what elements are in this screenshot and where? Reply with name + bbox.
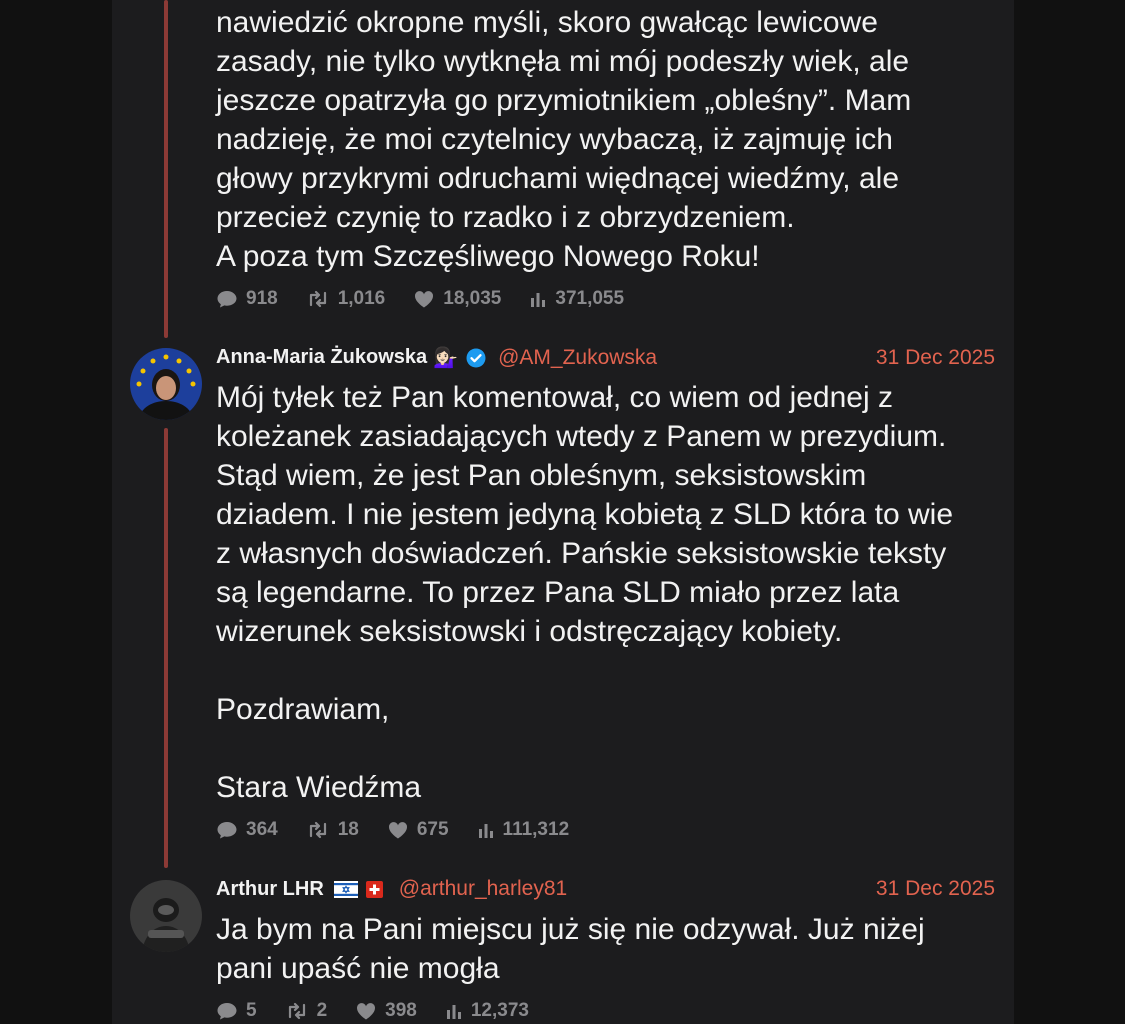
thread-line: [164, 0, 168, 338]
heart-icon: [357, 1003, 376, 1020]
reply-count: 918: [246, 288, 278, 309]
reply-icon: [217, 1003, 237, 1020]
post-header: Anna-Maria Żukowska 💁🏻‍♀️ @AM_Zukowska 3…: [216, 345, 995, 370]
like-stat[interactable]: 18,035: [413, 288, 501, 310]
verified-badge-icon: [466, 348, 486, 368]
views-stat[interactable]: 371,055: [529, 288, 624, 310]
repost-count: 18: [337, 819, 359, 840]
post-stats: 364 18 675 111,312: [216, 819, 597, 841]
views-icon: [478, 824, 493, 838]
author-handle[interactable]: @AM_Zukowska: [498, 346, 657, 370]
views-icon: [531, 293, 546, 307]
repost-icon: [309, 821, 326, 839]
repost-count: 2: [316, 1000, 328, 1021]
repost-stat[interactable]: 2: [285, 1000, 328, 1022]
post-text: Mój tyłek też Pan komentował, co wiem od…: [216, 381, 954, 804]
israel-flag-icon: [333, 880, 358, 898]
reply-stat[interactable]: 5: [216, 1000, 257, 1022]
views-count: 111,312: [502, 819, 570, 840]
avatar[interactable]: [130, 348, 202, 420]
name-emoji: 💁🏻‍♀️: [433, 347, 459, 369]
like-count: 18,035: [443, 288, 502, 309]
post-header: Arthur LHR @arthur_harley81 31 Dec 2025: [216, 877, 995, 901]
reply-icon: [217, 291, 237, 308]
author-name[interactable]: Arthur LHR: [216, 878, 324, 901]
views-stat[interactable]: 12,373: [445, 1000, 529, 1022]
reply-count: 5: [246, 1000, 257, 1021]
repost-stat[interactable]: 1,016: [306, 288, 386, 310]
post-date[interactable]: 31 Dec 2025: [876, 346, 995, 370]
heart-icon: [388, 822, 407, 839]
like-count: 398: [385, 1000, 417, 1021]
repost-stat[interactable]: 18: [306, 819, 359, 841]
reply-stat[interactable]: 364: [216, 819, 278, 841]
author-handle[interactable]: @arthur_harley81: [399, 877, 567, 901]
like-stat[interactable]: 398: [355, 1000, 417, 1022]
author-name[interactable]: Anna-Maria Żukowska: [216, 346, 427, 369]
views-count: 12,373: [470, 1000, 529, 1021]
views-count: 371,055: [555, 288, 625, 309]
like-stat[interactable]: 675: [387, 819, 449, 841]
thread-line: [164, 428, 168, 868]
repost-count: 1,016: [337, 288, 386, 309]
post-text: Ja bym na Pani miejscu już się nie odzyw…: [216, 913, 925, 985]
heart-icon: [415, 291, 434, 308]
repost-icon: [309, 290, 326, 308]
views-stat[interactable]: 111,312: [477, 819, 570, 841]
switzerland-flag-icon: [365, 880, 383, 898]
repost-icon: [288, 1002, 305, 1020]
post-date[interactable]: 31 Dec 2025: [876, 877, 995, 901]
reply-icon: [217, 822, 237, 839]
views-icon: [446, 1005, 461, 1019]
avatar-image: [130, 348, 202, 420]
post-text: nawiedzić okropne myśli, skoro gwałcąc l…: [216, 6, 912, 273]
post-stats: 5 2 398 12,373: [216, 1000, 557, 1022]
like-count: 675: [416, 819, 449, 840]
reply-stat[interactable]: 918: [216, 288, 278, 310]
post-stats: 918 1,016 18,035 371,055: [216, 288, 652, 310]
reply-count: 364: [246, 819, 278, 840]
avatar[interactable]: [130, 880, 202, 952]
avatar-image: [130, 880, 202, 952]
